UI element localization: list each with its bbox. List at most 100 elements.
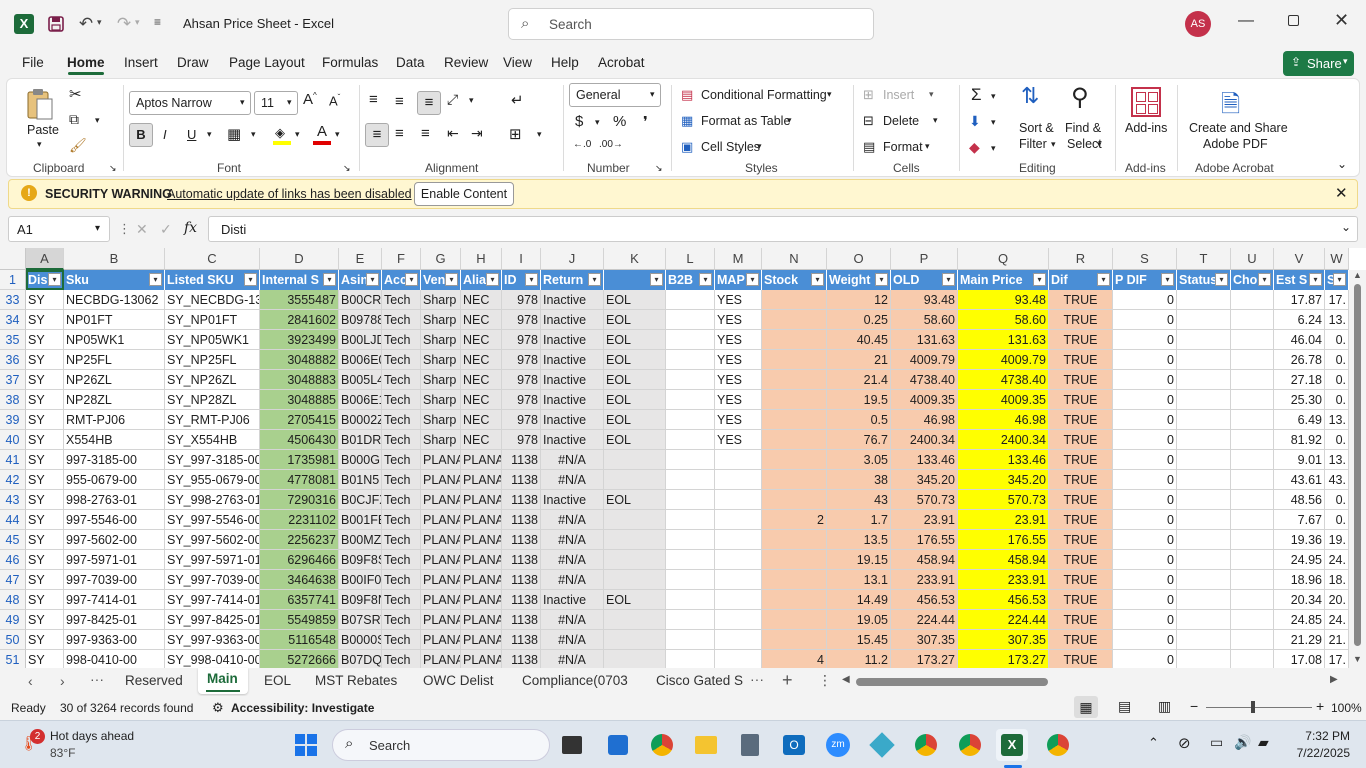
table-cell[interactable]: SY_X554HB [165,430,260,450]
table-cell[interactable]: 21. [1325,630,1349,650]
table-cell[interactable]: 13.1 [827,570,891,590]
table-cell[interactable] [666,610,715,630]
table-cell[interactable]: 21 [827,350,891,370]
table-cell[interactable]: 23.91 [891,510,958,530]
column-header[interactable]: V [1274,248,1325,270]
table-cell[interactable]: 224.44 [958,610,1049,630]
row-header[interactable]: 50 [0,630,26,650]
table-cell[interactable]: 13.5 [827,530,891,550]
cell-styles-icon[interactable]: ▣ [681,139,693,155]
table-cell[interactable]: 2231102 [260,510,339,530]
table-cell[interactable]: B07SRV [339,610,382,630]
filter-dropdown-icon[interactable]: ▾ [811,273,824,286]
increase-font-icon[interactable]: A^ [303,91,317,108]
table-cell[interactable]: 17. [1325,650,1349,668]
paste-button[interactable]: Paste [27,123,59,137]
bold-button[interactable]: B [129,123,153,147]
table-cell[interactable]: 3923499 [260,330,339,350]
table-cell[interactable]: PLANA [461,610,502,630]
align-bottom-icon[interactable]: ≡ [417,91,441,115]
microsoft-store-icon[interactable] [602,729,634,761]
table-cell[interactable]: SY [26,370,64,390]
table-cell[interactable]: 3555487 [260,290,339,310]
table-cell[interactable]: 4738.40 [958,370,1049,390]
maximize-icon[interactable] [1288,15,1299,26]
chevron-down-icon[interactable]: ▾ [757,141,762,152]
table-cell[interactable]: TRUE [1049,310,1113,330]
table-cell[interactable]: 38 [827,470,891,490]
font-color-dropdown-icon[interactable]: ▾ [335,129,340,140]
table-cell[interactable]: 4009.35 [958,390,1049,410]
filter-dropdown-icon[interactable]: ▾ [486,273,499,286]
table-cell[interactable]: EOL [604,390,666,410]
close-icon[interactable]: ✕ [1335,184,1348,202]
more-icon[interactable]: ⋮ [118,221,131,237]
page-break-view-icon[interactable]: ▥ [1158,698,1171,715]
table-cell[interactable]: 48.56 [1274,490,1325,510]
table-cell[interactable]: 23.91 [958,510,1049,530]
table-cell[interactable] [1177,370,1231,390]
table-cell[interactable]: #N/A [541,450,604,470]
table-cell[interactable]: 7290316 [260,490,339,510]
minimize-icon[interactable]: — [1238,12,1254,30]
table-cell[interactable]: TRUE [1049,410,1113,430]
column-header[interactable]: M [715,248,762,270]
table-cell[interactable]: 19.5 [827,390,891,410]
column-header[interactable]: D [260,248,339,270]
table-header-cell[interactable]: Acc ▾ [382,270,421,290]
table-cell[interactable]: 6.49 [1274,410,1325,430]
chevron-down-icon[interactable]: ▾ [925,141,930,152]
filter-dropdown-icon[interactable]: ▾ [149,273,162,286]
table-cell[interactable]: SY_997-8425-01 [165,610,260,630]
font-size-dropdown[interactable]: 11 ▾ [254,91,298,115]
table-cell[interactable]: 0 [1113,290,1177,310]
table-cell[interactable]: 24. [1325,610,1349,630]
table-cell[interactable]: 0. [1325,430,1349,450]
table-cell[interactable] [762,530,827,550]
table-cell[interactable]: B0CJFX [339,490,382,510]
table-cell[interactable]: 1.7 [827,510,891,530]
table-cell[interactable]: NEC [461,390,502,410]
row-header[interactable]: 33 [0,290,26,310]
table-cell[interactable]: #N/A [541,610,604,630]
table-cell[interactable]: B00CR… [339,290,382,310]
table-cell[interactable]: YES [715,350,762,370]
table-cell[interactable]: SY_NP01FT [165,310,260,330]
table-cell[interactable]: 0. [1325,490,1349,510]
table-cell[interactable]: PLANA [421,450,461,470]
table-cell[interactable]: 15.45 [827,630,891,650]
table-cell[interactable] [1231,370,1274,390]
currency-dropdown-icon[interactable]: ▾ [595,117,600,128]
table-cell[interactable]: 997-7039-00 [64,570,165,590]
close-icon[interactable]: ✕ [1334,10,1349,31]
cancel-entry-icon[interactable]: ✕ [136,221,148,238]
table-cell[interactable] [1231,570,1274,590]
table-header-cell[interactable]: Dif ▾ [1049,270,1113,290]
table-cell[interactable]: Sharp [421,330,461,350]
table-cell[interactable]: B006E1 [339,390,382,410]
table-cell[interactable] [715,650,762,668]
table-cell[interactable]: PLANA [421,490,461,510]
table-cell[interactable]: 40.45 [827,330,891,350]
table-cell[interactable]: 2705415 [260,410,339,430]
table-cell[interactable]: 978 [502,330,541,350]
align-middle-icon[interactable]: ≡ [395,93,404,110]
table-cell[interactable]: 978 [502,410,541,430]
table-cell[interactable]: 997-3185-00 [64,450,165,470]
table-cell[interactable] [1177,550,1231,570]
table-cell[interactable]: 0.25 [827,310,891,330]
table-cell[interactable]: RMT-PJ06 [64,410,165,430]
paste-icon[interactable] [25,87,55,121]
page-layout-view-icon[interactable]: ▤ [1118,698,1131,715]
table-cell[interactable] [1177,570,1231,590]
table-cell[interactable]: NEC [461,370,502,390]
table-cell[interactable]: 0. [1325,370,1349,390]
normal-view-icon[interactable]: ▦ [1074,696,1098,718]
table-cell[interactable]: Inactive [541,490,604,510]
redo-icon[interactable]: ↷ [114,14,134,34]
table-cell[interactable]: Inactive [541,350,604,370]
decrease-font-icon[interactable]: Aˇ [329,93,340,108]
table-header-cell[interactable]: Internal S ▾ [260,270,339,290]
table-cell[interactable]: 58.60 [891,310,958,330]
table-cell[interactable]: B09F8N [339,590,382,610]
